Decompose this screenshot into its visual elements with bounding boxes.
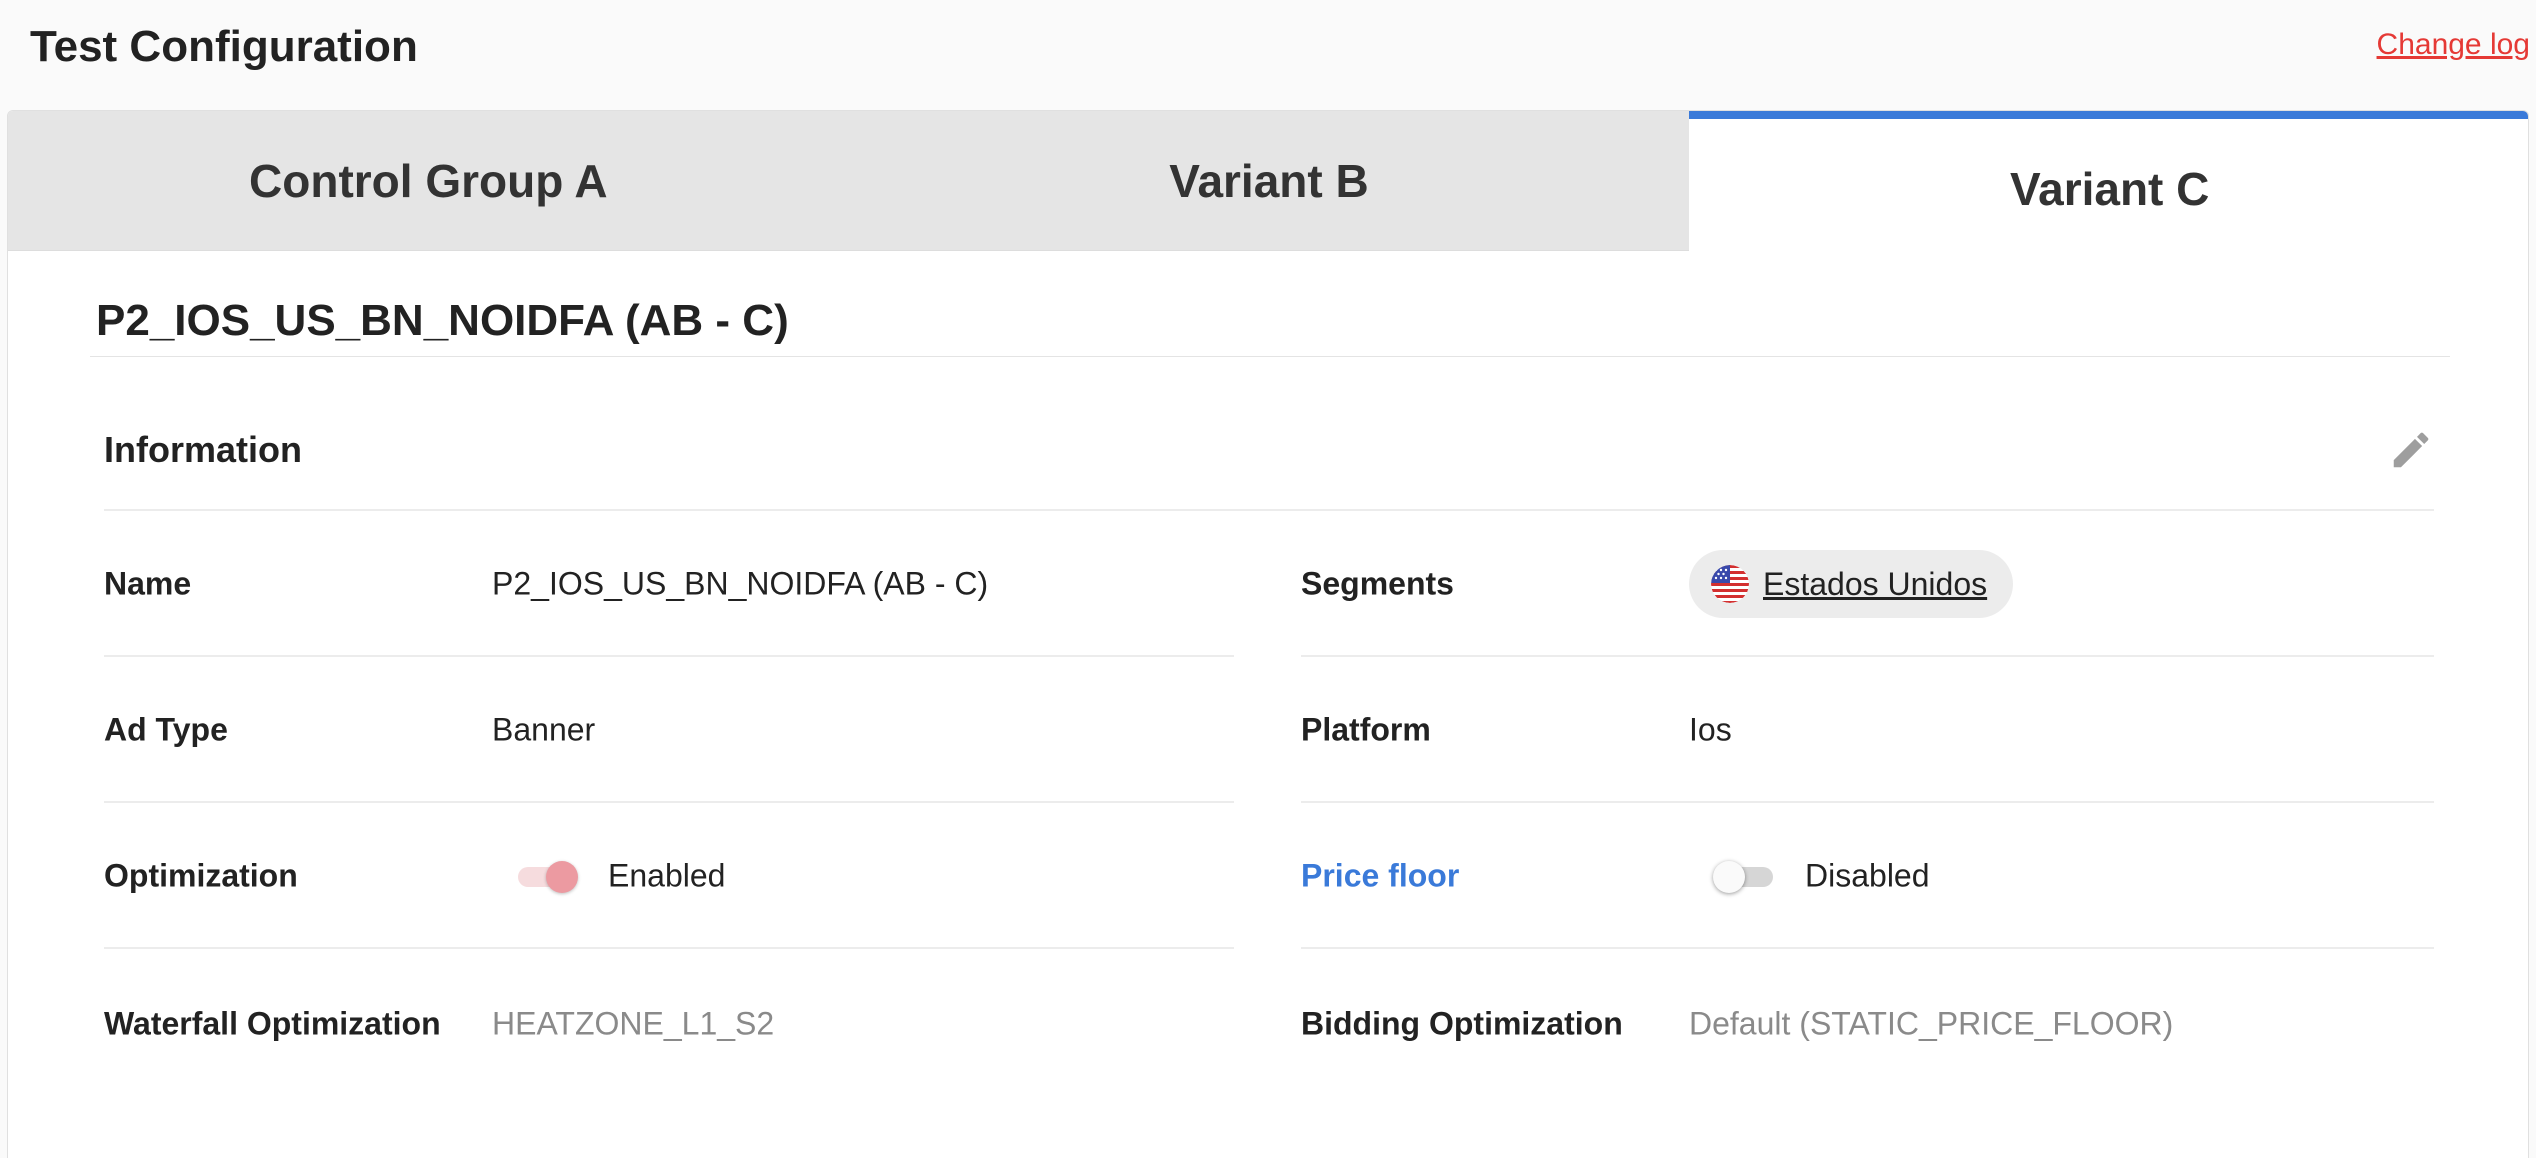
bidding-value: Default (STATIC_PRICE_FLOOR)	[1689, 1005, 2174, 1042]
change-log-link[interactable]: Change log	[2377, 28, 2530, 62]
optimization-row: Optimization Enabled	[104, 803, 1234, 949]
waterfall-label: Waterfall Optimization	[104, 1005, 441, 1042]
segment-chip-label: Estados Unidos	[1763, 565, 1988, 602]
bidding-row: Bidding Optimization Default (STATIC_PRI…	[1301, 951, 2434, 1097]
segment-chip[interactable]: Estados Unidos	[1689, 550, 2014, 618]
optimization-label: Optimization	[104, 857, 298, 894]
price-floor-row: Price floor Disabled	[1301, 803, 2434, 949]
title-divider	[90, 356, 2450, 357]
variant-tabs: Control Group A Variant B Variant C	[8, 111, 2528, 251]
segments-row: Segments Estados Unidos	[1301, 511, 2434, 657]
name-row: Name P2_IOS_US_BN_NOIDFA (AB - C)	[104, 511, 1234, 657]
pencil-icon	[2393, 432, 2429, 468]
toggle-thumb	[1713, 861, 1745, 893]
ad-type-label: Ad Type	[104, 711, 228, 748]
segments-label: Segments	[1301, 565, 1454, 602]
tab-control-group-a[interactable]: Control Group A	[8, 111, 849, 251]
bidding-label: Bidding Optimization	[1301, 1005, 1623, 1042]
name-label: Name	[104, 565, 192, 602]
waterfall-row: Waterfall Optimization HEATZONE_L1_S2	[104, 951, 1234, 1097]
test-config-card: Control Group A Variant B Variant C P2_I…	[7, 110, 2529, 1158]
name-value: P2_IOS_US_BN_NOIDFA (AB - C)	[492, 565, 989, 602]
toggle-thumb	[546, 861, 578, 893]
page-header: Test Configuration Change log	[0, 0, 2536, 110]
ad-type-row: Ad Type Banner	[104, 657, 1234, 803]
optimization-toggle[interactable]	[518, 861, 578, 893]
platform-label: Platform	[1301, 711, 1431, 748]
row-divider	[1301, 947, 2434, 949]
tab-variant-c[interactable]: Variant C	[1689, 111, 2528, 251]
ad-type-value: Banner	[492, 711, 596, 748]
price-floor-link[interactable]: Price floor	[1301, 858, 1459, 895]
waterfall-value: HEATZONE_L1_S2	[492, 1005, 775, 1042]
information-section-title: Information	[104, 429, 302, 470]
optimization-state: Enabled	[608, 857, 726, 894]
platform-row: Platform Ios	[1301, 657, 2434, 803]
price-floor-state: Disabled	[1805, 857, 1930, 894]
edit-button[interactable]	[2388, 427, 2434, 473]
page-title: Test Configuration	[30, 22, 418, 71]
platform-value: Ios	[1689, 711, 1732, 748]
us-flag-icon	[1711, 565, 1749, 603]
row-divider	[104, 947, 1234, 949]
tab-variant-b[interactable]: Variant B	[848, 111, 1690, 251]
price-floor-toggle[interactable]	[1713, 861, 1775, 893]
variant-title: P2_IOS_US_BN_NOIDFA (AB - C)	[96, 296, 789, 345]
